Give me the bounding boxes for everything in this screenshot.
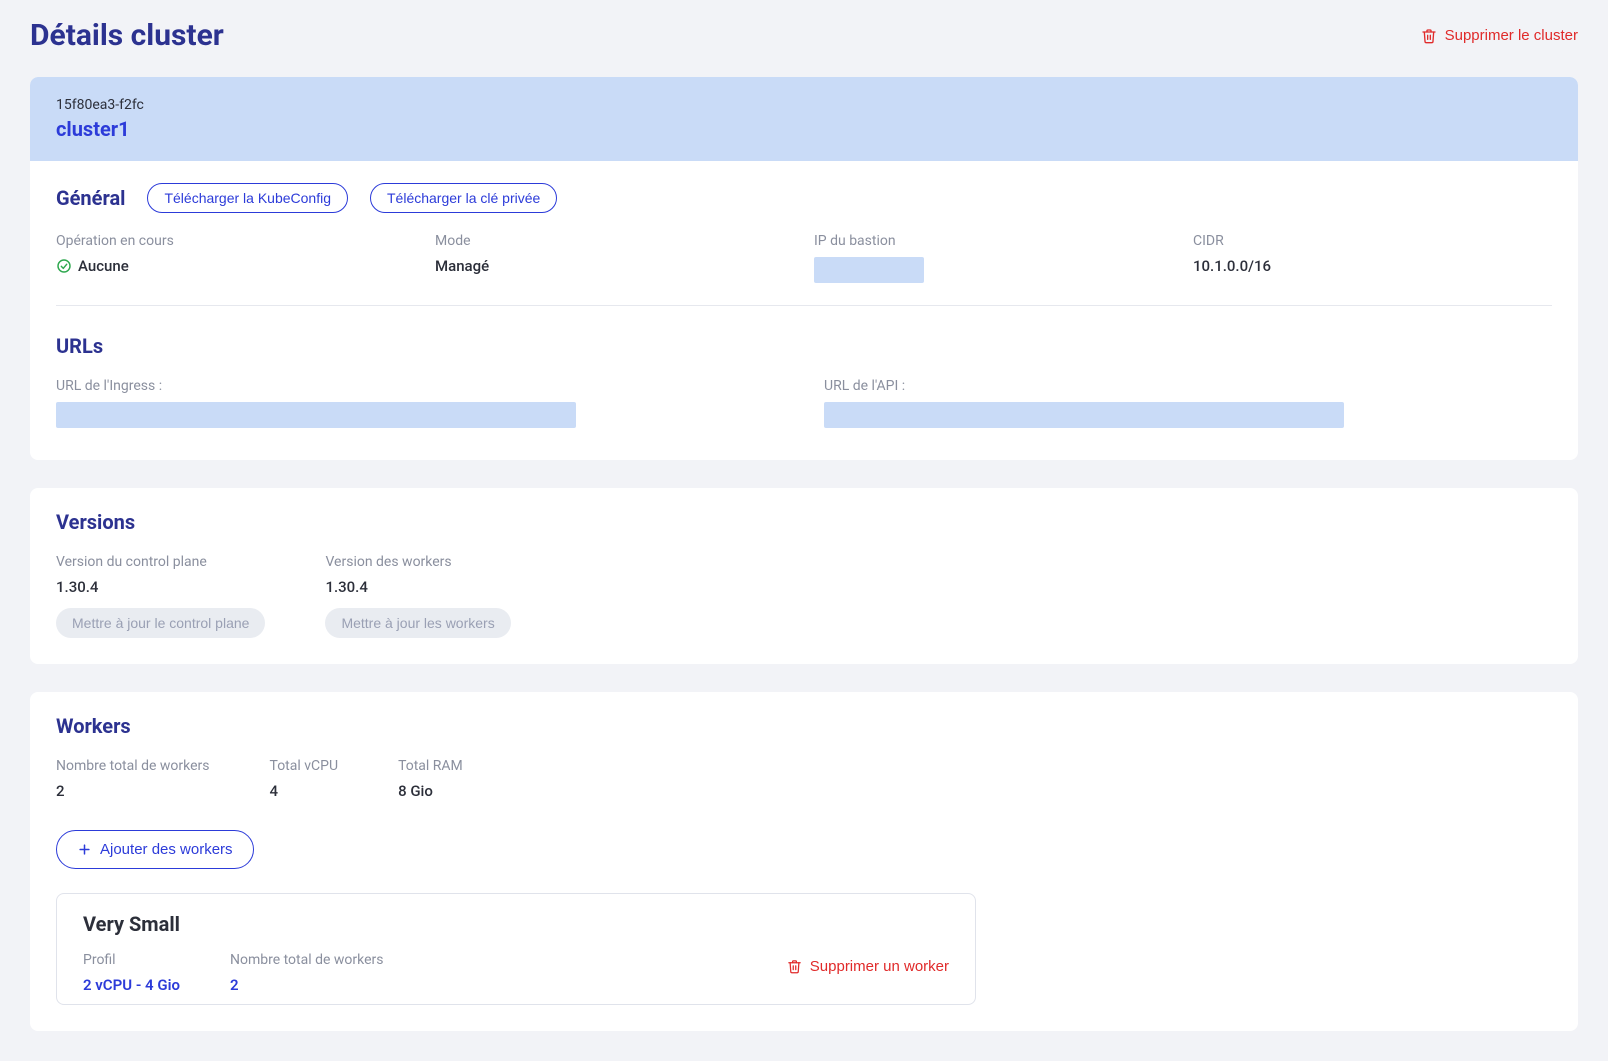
worker-profile-value: 2 vCPU - 4 Gio: [83, 976, 180, 994]
check-circle-icon: [56, 258, 72, 274]
plus-icon: [77, 842, 92, 857]
cluster-general-card: 15f80ea3-f2fc cluster1 Général Télécharg…: [30, 77, 1578, 460]
total-workers-value: 2: [56, 782, 210, 800]
total-workers-label: Nombre total de workers: [56, 758, 210, 774]
total-ram-value: 8 Gio: [398, 782, 463, 800]
cluster-banner: 15f80ea3-f2fc cluster1: [30, 77, 1578, 161]
bastion-ip-value: [814, 257, 924, 283]
workers-section-title: Workers: [56, 714, 131, 738]
workers-card: Workers Nombre total de workers 2 Total …: [30, 692, 1578, 1031]
api-url-value: [824, 402, 1344, 428]
worker-pool-name: Very Small: [83, 912, 949, 936]
workers-version-value: 1.30.4: [325, 578, 510, 596]
mode-value: Managé: [435, 257, 794, 275]
worker-profile-label: Profil: [83, 952, 180, 968]
delete-cluster-button[interactable]: Supprimer le cluster: [1421, 27, 1578, 44]
update-workers-button: Mettre à jour les workers: [325, 608, 510, 638]
control-plane-version-value: 1.30.4: [56, 578, 265, 596]
add-workers-button[interactable]: Ajouter des workers: [56, 830, 254, 869]
ingress-url-label: URL de l'Ingress :: [56, 378, 784, 394]
general-section-title: Général: [56, 186, 125, 210]
cidr-label: CIDR: [1193, 233, 1552, 249]
delete-worker-label: Supprimer un worker: [810, 958, 949, 975]
trash-icon: [787, 959, 802, 974]
add-workers-label: Ajouter des workers: [100, 841, 233, 858]
download-private-key-button[interactable]: Télécharger la clé privée: [370, 183, 557, 213]
update-control-plane-button: Mettre à jour le control plane: [56, 608, 265, 638]
worker-count-label: Nombre total de workers: [230, 952, 384, 968]
page-title: Détails cluster: [30, 18, 224, 53]
operation-value: Aucune: [78, 257, 129, 275]
control-plane-version-label: Version du control plane: [56, 554, 265, 570]
trash-icon: [1421, 28, 1437, 44]
operation-label: Opération en cours: [56, 233, 415, 249]
cluster-name: cluster1: [56, 117, 1552, 141]
bastion-ip-label: IP du bastion: [814, 233, 1173, 249]
total-vcpu-value: 4: [270, 782, 339, 800]
cluster-id: 15f80ea3-f2fc: [56, 97, 1552, 113]
versions-section-title: Versions: [56, 510, 135, 534]
cidr-value: 10.1.0.0/16: [1193, 257, 1552, 275]
worker-count-value: 2: [230, 976, 384, 994]
ingress-url-value: [56, 402, 576, 428]
total-vcpu-label: Total vCPU: [270, 758, 339, 774]
worker-pool-card: Very Small Profil 2 vCPU - 4 Gio Nombre …: [56, 893, 976, 1005]
mode-label: Mode: [435, 233, 794, 249]
delete-cluster-label: Supprimer le cluster: [1445, 27, 1578, 44]
workers-version-label: Version des workers: [325, 554, 510, 570]
versions-card: Versions Version du control plane 1.30.4…: [30, 488, 1578, 664]
download-kubeconfig-button[interactable]: Télécharger la KubeConfig: [147, 183, 348, 213]
urls-section-title: URLs: [56, 334, 1552, 358]
api-url-label: URL de l'API :: [824, 378, 1552, 394]
total-ram-label: Total RAM: [398, 758, 463, 774]
delete-worker-button[interactable]: Supprimer un worker: [787, 958, 949, 975]
